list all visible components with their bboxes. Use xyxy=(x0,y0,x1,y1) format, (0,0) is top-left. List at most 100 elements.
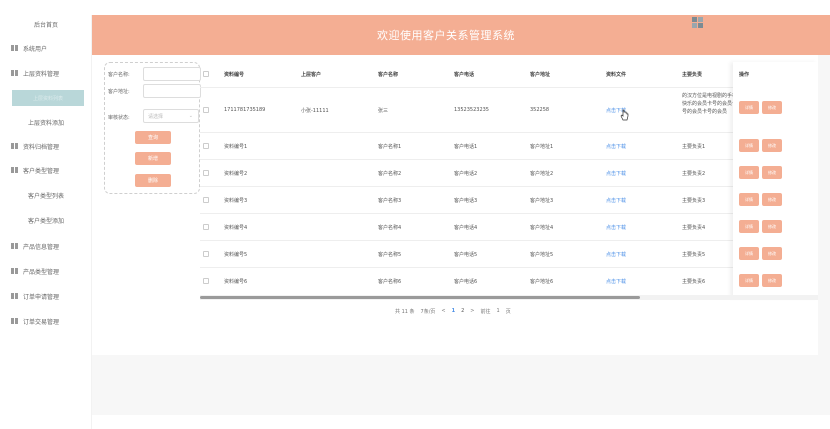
cell-name: 客户名称1 xyxy=(378,144,402,150)
edit-button[interactable]: 修改 xyxy=(762,193,782,206)
sidebar-item-archive-manage[interactable]: 资料归档管理 xyxy=(0,134,92,158)
search-button[interactable]: 查询 xyxy=(135,131,171,144)
sidebar-item-system-users[interactable]: 系统用户 xyxy=(0,36,92,60)
app-root: 后台首页 系统用户 上层资料管理 上层资料列表 上层资料添加 资料归档管理 客户… xyxy=(0,0,830,429)
sidebar-item-product-type-manage[interactable]: 产品类型管理 xyxy=(0,259,92,283)
cell-code: 资料编号6 xyxy=(224,279,248,285)
table-row[interactable]: 资料编号4 客户名称4 客户电话4 客户地址4 点击下载 主要负责4 xyxy=(200,213,818,240)
download-link[interactable]: 点击下载 xyxy=(606,251,626,258)
download-link[interactable]: 点击下载 xyxy=(606,170,626,177)
cell-responsible: 主要负责6 xyxy=(682,279,706,285)
prev-page-button[interactable]: < xyxy=(441,308,445,314)
cell-name: 客户名称6 xyxy=(378,279,402,285)
cell-responsible: 主要负责4 xyxy=(682,225,706,231)
cell-phone: 客户电话4 xyxy=(454,225,478,231)
row-checkbox[interactable] xyxy=(203,251,209,257)
detail-button[interactable]: 详情 xyxy=(739,247,759,260)
chevron-down-icon: ⌄ xyxy=(188,113,193,119)
table-row[interactable]: 资料编号2 客户名称2 客户电话2 客户地址2 点击下载 主要负责2 xyxy=(200,159,818,186)
edit-button[interactable]: 修改 xyxy=(762,220,782,233)
pagination: 共 11 条 7条/页 < 1 2 > 前往 1 页 xyxy=(395,306,517,316)
address-input[interactable] xyxy=(143,84,201,98)
cell-responsible: 主要负责5 xyxy=(682,252,706,258)
hand-cursor-icon xyxy=(620,109,629,121)
table-row[interactable]: 资料编号1 客户名称1 客户电话1 客户地址1 点击下载 主要负责1 xyxy=(200,132,818,159)
status-label: 审核状态: xyxy=(108,115,130,121)
detail-button[interactable]: 详情 xyxy=(739,166,759,179)
cell-address: 客户地址5 xyxy=(530,252,554,258)
download-link[interactable]: 点击下载 xyxy=(606,278,626,285)
add-button[interactable]: 新增 xyxy=(135,152,171,165)
name-input[interactable] xyxy=(143,67,201,81)
table-row[interactable]: 资料编号3 客户名称3 客户电话3 客户地址3 点击下载 主要负责3 xyxy=(200,186,818,213)
cell-address: 客户地址4 xyxy=(530,225,554,231)
grid-icon xyxy=(11,268,18,274)
row-checkbox[interactable] xyxy=(203,224,209,230)
horizontal-scrollbar[interactable] xyxy=(200,296,640,299)
operation-column: 操作 详情 修改 详情 修改 详情 修改 详情 修改 详情 修改 详情 修改 详… xyxy=(733,62,818,298)
cell-name: 客户名称4 xyxy=(378,225,402,231)
cell-address: 352258 xyxy=(530,107,550,113)
delete-button[interactable]: 删除 xyxy=(135,174,171,187)
grid-icon xyxy=(11,243,18,249)
cell-responsible: 主要负责2 xyxy=(682,171,706,177)
select-all-checkbox[interactable] xyxy=(203,71,209,77)
row-checkbox[interactable] xyxy=(203,197,209,203)
cell-address: 客户地址2 xyxy=(530,171,554,177)
table-row[interactable]: 资料编号6 客户名称6 客户电话6 客户地址6 点击下载 主要负责6 xyxy=(200,267,818,295)
sidebar-item-upper-data-add[interactable]: 上层资料添加 xyxy=(0,110,92,134)
page-suffix: 页 xyxy=(505,308,511,315)
row-checkbox[interactable] xyxy=(203,143,209,149)
grid-icon xyxy=(11,167,18,173)
goto-page-input[interactable]: 1 xyxy=(497,308,500,314)
sidebar-item-order-trade-manage[interactable]: 订单交易管理 xyxy=(0,309,92,333)
edit-button[interactable]: 修改 xyxy=(762,247,782,260)
download-link[interactable]: 点击下载 xyxy=(606,224,626,231)
cell-name: 客户名称3 xyxy=(378,198,402,204)
cell-code: 资料编号2 xyxy=(224,171,248,177)
search-panel: 客户名称: 客户地址: 审核状态: 请选择 ⌄ 查询 新增 删除 xyxy=(104,62,201,194)
pagination-total: 共 11 条 xyxy=(395,308,415,315)
sidebar-item-product-info-manage[interactable]: 产品信息管理 xyxy=(0,234,92,258)
sidebar-item-upper-data-list[interactable]: 上层资料列表 xyxy=(12,90,84,106)
detail-button[interactable]: 详情 xyxy=(739,101,759,114)
status-select[interactable]: 请选择 ⌄ xyxy=(143,109,199,123)
cell-phone: 客户电话3 xyxy=(454,198,478,204)
sidebar-item-upper-data-manage[interactable]: 上层资料管理 xyxy=(0,61,92,85)
cell-name: 客户名称2 xyxy=(378,171,402,177)
edit-button[interactable]: 修改 xyxy=(762,166,782,179)
row-checkbox[interactable] xyxy=(203,107,209,113)
table-row[interactable]: 资料编号5 客户名称5 客户电话5 客户地址5 点击下载 主要负责5 xyxy=(200,240,818,267)
table-row[interactable]: 1711781735189 小张-11111 张三 13523523235 35… xyxy=(200,87,818,132)
sidebar-item-customer-type-add[interactable]: 客户类型添加 xyxy=(0,208,92,232)
edit-button[interactable]: 修改 xyxy=(762,101,782,114)
cell-phone: 客户电话5 xyxy=(454,252,478,258)
grid-icon xyxy=(11,318,18,324)
detail-button[interactable]: 详情 xyxy=(739,220,759,233)
edit-button[interactable]: 修改 xyxy=(762,139,782,152)
download-link[interactable]: 点击下载 xyxy=(606,197,626,204)
th-upper: 上层客户 xyxy=(301,72,322,78)
row-checkbox[interactable] xyxy=(203,170,209,176)
page-2-button[interactable]: 2 xyxy=(461,308,464,314)
detail-button[interactable]: 详情 xyxy=(739,193,759,206)
sidebar-item-home[interactable]: 后台首页 xyxy=(0,12,92,36)
edit-button[interactable]: 修改 xyxy=(762,274,782,287)
next-page-button[interactable]: > xyxy=(470,308,474,314)
header-bar: 欢迎使用客户关系管理系统 xyxy=(92,15,830,55)
sidebar-item-customer-type-manage[interactable]: 客户类型管理 xyxy=(0,158,92,182)
page-size-select[interactable]: 7条/页 xyxy=(421,308,436,315)
th-operation: 操作 xyxy=(739,72,750,78)
sidebar-item-order-apply-manage[interactable]: 订单申请管理 xyxy=(0,284,92,308)
detail-button[interactable]: 详情 xyxy=(739,139,759,152)
page-1-button[interactable]: 1 xyxy=(452,308,455,314)
cell-name: 客户名称5 xyxy=(378,252,402,258)
th-file: 资料文件 xyxy=(606,72,627,78)
download-link[interactable]: 点击下载 xyxy=(606,143,626,150)
cell-address: 客户地址3 xyxy=(530,198,554,204)
detail-button[interactable]: 详情 xyxy=(739,274,759,287)
cell-responsible: 主要负责1 xyxy=(682,144,706,150)
sidebar-item-customer-type-list[interactable]: 客户类型列表 xyxy=(0,183,92,207)
th-code: 资料编号 xyxy=(224,72,245,78)
row-checkbox[interactable] xyxy=(203,278,209,284)
